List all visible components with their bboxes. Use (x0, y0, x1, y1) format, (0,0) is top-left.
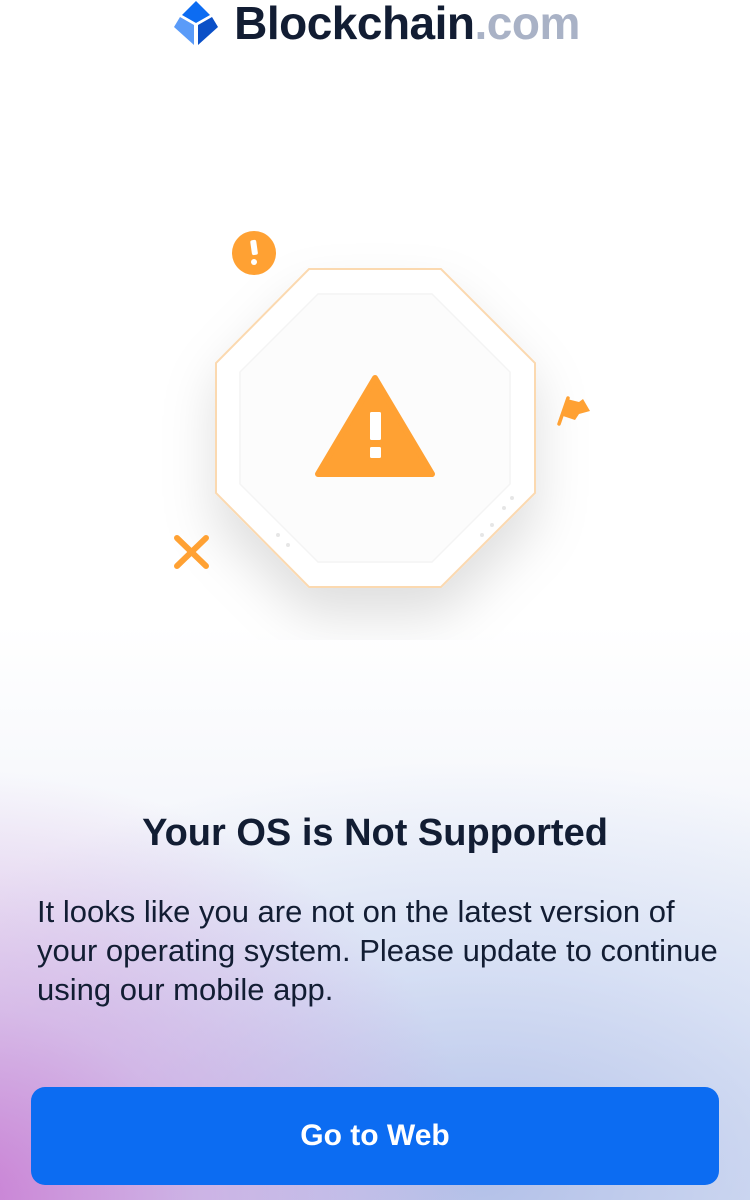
flag-icon (557, 396, 590, 426)
brand-wordmark: Blockchain.com (234, 0, 580, 50)
brand-logo: Blockchain.com (0, 0, 750, 54)
x-mark-icon (174, 535, 209, 569)
unsupported-os-message: It looks like you are not on the latest … (37, 894, 718, 1007)
page-title: Your OS is Not Supported (142, 812, 608, 854)
go-to-web-button[interactable]: Go to Web (31, 1087, 719, 1185)
brand-name: Blockchain (234, 0, 475, 49)
exclamation-badge-icon (232, 231, 276, 275)
warning-illustration (174, 231, 590, 588)
blockchain-logo-icon (174, 1, 219, 45)
brand-domain: .com (474, 0, 581, 49)
